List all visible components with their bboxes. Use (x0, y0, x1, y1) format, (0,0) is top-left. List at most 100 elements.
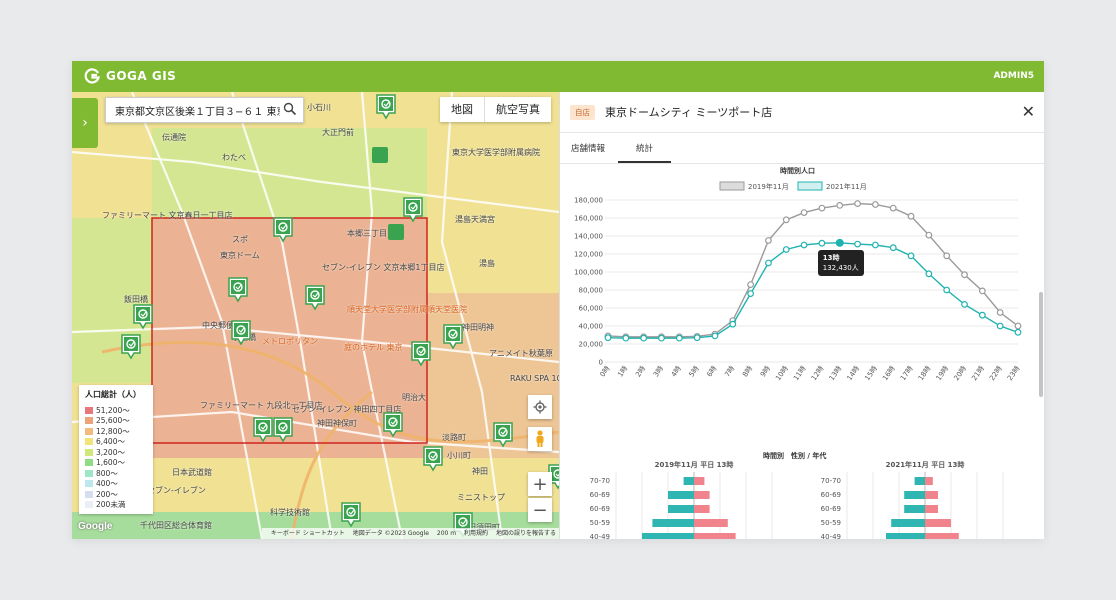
store-detail-panel: 自店 東京ドームシティ ミーツポート店 ✕ 店舗情報 統計 時間別人口 0 20,… (559, 92, 1044, 539)
data-point[interactable] (854, 200, 861, 208)
data-point[interactable] (800, 209, 808, 216)
data-point[interactable] (889, 204, 897, 212)
store-marker-pin[interactable] (227, 277, 249, 303)
store-marker-pin[interactable] (230, 320, 252, 346)
data-point[interactable] (996, 322, 1004, 330)
data-point[interactable] (729, 320, 737, 328)
female-bar[interactable] (694, 491, 710, 499)
female-bar[interactable] (925, 505, 938, 513)
map-view[interactable]: 伝通院 わたべ スポ 大正門前 東京大学医学部附属病院 小石川 ファミリーマート… (72, 92, 559, 539)
data-point[interactable] (765, 237, 772, 244)
data-point[interactable] (943, 252, 951, 260)
store-marker-pin[interactable] (382, 412, 404, 438)
tab-store-info[interactable]: 店舗情報 (571, 142, 605, 154)
male-bar[interactable] (891, 519, 925, 527)
data-point[interactable] (836, 202, 844, 209)
data-point[interactable] (907, 252, 915, 260)
sidebar-toggle-button[interactable]: › (72, 98, 98, 148)
data-point[interactable] (907, 212, 915, 220)
store-marker-pin[interactable] (492, 422, 514, 448)
data-point[interactable] (925, 231, 933, 239)
terms-link[interactable]: 利用規約 (464, 530, 488, 537)
data-point[interactable] (782, 246, 790, 253)
data-point[interactable] (765, 259, 772, 267)
male-bar[interactable] (904, 491, 925, 499)
report-error-link[interactable]: 地図の誤りを報告する (496, 530, 556, 537)
map-label: ミニストップ (457, 493, 505, 502)
store-marker-pin[interactable] (272, 417, 294, 443)
data-point[interactable] (604, 334, 612, 342)
data-point[interactable] (943, 286, 951, 294)
search-icon[interactable] (283, 102, 297, 116)
data-point[interactable] (978, 287, 986, 295)
data-point[interactable] (640, 334, 648, 342)
female-bar[interactable] (925, 477, 933, 485)
data-point[interactable] (818, 204, 826, 212)
data-point[interactable] (711, 332, 719, 340)
female-bar[interactable] (925, 533, 959, 539)
female-bar[interactable] (694, 477, 705, 485)
female-bar[interactable] (694, 505, 710, 513)
female-bar[interactable] (694, 519, 728, 527)
store-marker-pin[interactable] (340, 502, 362, 528)
store-marker-pin[interactable] (442, 324, 464, 350)
zoom-in-button[interactable]: + (528, 472, 552, 496)
store-marker-pin[interactable] (375, 94, 397, 120)
keyboard-shortcuts-link[interactable]: キーボード ショートカット (271, 530, 345, 537)
male-bar[interactable] (668, 491, 694, 499)
male-bar[interactable] (904, 505, 925, 513)
data-point[interactable] (675, 334, 683, 342)
data-point[interactable] (1014, 322, 1022, 330)
store-marker-pin[interactable] (402, 197, 424, 223)
scrollbar[interactable] (1039, 292, 1043, 397)
store-marker-pin[interactable] (132, 304, 154, 330)
data-point[interactable] (854, 240, 861, 248)
user-name[interactable]: ADMIN5 (993, 71, 1034, 81)
data-point[interactable] (818, 239, 826, 247)
data-point[interactable] (800, 241, 808, 249)
male-bar[interactable] (642, 533, 694, 539)
male-bar[interactable] (683, 477, 694, 485)
data-point[interactable] (871, 201, 879, 208)
street-view-button[interactable] (528, 427, 552, 451)
statistics-content[interactable]: 時間別人口 0 20,000 40,000 60,000 80,000 100,000 12… (560, 164, 1044, 539)
highlighted-point[interactable] (835, 238, 844, 247)
male-bar[interactable] (886, 533, 925, 539)
address-search-input[interactable] (113, 103, 282, 117)
data-point[interactable] (978, 311, 986, 319)
male-bar[interactable] (914, 477, 925, 485)
store-marker-pin[interactable] (272, 217, 294, 243)
female-bar[interactable] (925, 519, 951, 527)
brand-logo[interactable]: GOGA GIS (84, 68, 176, 84)
data-point[interactable] (961, 300, 968, 308)
data-point[interactable] (1014, 328, 1022, 336)
map-type-map-button[interactable]: 地図 (440, 97, 484, 122)
close-icon[interactable]: ✕ (1022, 102, 1035, 121)
male-bar[interactable] (652, 519, 694, 527)
store-marker-pin[interactable] (304, 285, 326, 311)
data-point[interactable] (925, 270, 933, 278)
data-point[interactable] (871, 241, 879, 249)
store-marker-pin[interactable] (410, 341, 432, 367)
map-type-satellite-button[interactable]: 航空写真 (484, 97, 551, 122)
data-point[interactable] (782, 216, 790, 224)
store-marker-pin[interactable] (422, 446, 444, 472)
data-point[interactable] (961, 271, 968, 279)
x-tick-label: 6時 (705, 365, 718, 379)
data-point[interactable] (996, 309, 1004, 316)
data-point[interactable] (658, 334, 665, 342)
zoom-out-button[interactable]: − (528, 498, 552, 522)
data-point[interactable] (747, 290, 755, 297)
my-location-button[interactable] (528, 395, 552, 419)
female-bar[interactable] (694, 533, 736, 539)
store-marker-pin[interactable] (120, 334, 142, 360)
address-search-box[interactable] (105, 97, 304, 123)
data-point[interactable] (622, 334, 630, 342)
data-point[interactable] (747, 281, 755, 288)
data-point[interactable] (693, 334, 701, 342)
female-bar[interactable] (925, 491, 938, 499)
store-marker-pin[interactable] (252, 417, 274, 443)
tab-statistics[interactable]: 統計 (618, 142, 672, 163)
data-point[interactable] (889, 244, 897, 252)
male-bar[interactable] (668, 505, 694, 513)
